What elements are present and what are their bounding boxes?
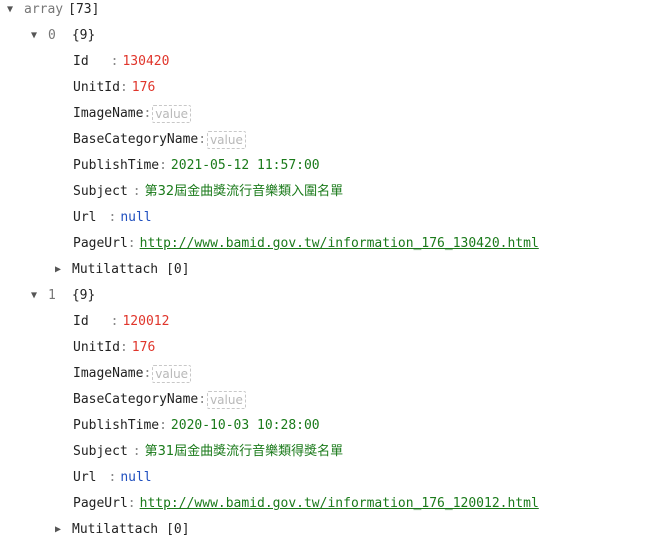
field-row-pageurl: PageUrl : http://www.bamid.gov.tw/inform… bbox=[73, 494, 539, 514]
field-row-subject: Subject : 第32屆金曲獎流行音樂類入圍名單 bbox=[73, 182, 343, 202]
triangle-down-icon[interactable]: ▼ bbox=[28, 26, 40, 46]
colon-separator: : bbox=[108, 210, 117, 225]
field-row-mutilattach[interactable]: ▶ Mutilattach [0] bbox=[52, 260, 190, 280]
field-value[interactable]: 130420 bbox=[122, 52, 169, 72]
field-key: BaseCategoryName bbox=[73, 132, 199, 147]
empty-value-placeholder[interactable]: value bbox=[207, 131, 246, 149]
field-row-subject: Subject : 第31屆金曲獎流行音樂類得獎名單 bbox=[73, 442, 343, 462]
empty-value-placeholder[interactable]: value bbox=[207, 391, 246, 409]
array-item-0[interactable]: ▼ 0 {9} bbox=[28, 26, 95, 46]
field-row-unitid: UnitId : 176 bbox=[73, 78, 155, 98]
root-label: array bbox=[24, 2, 64, 17]
field-count: [0] bbox=[166, 522, 190, 537]
field-row-pageurl: PageUrl : http://www.bamid.gov.tw/inform… bbox=[73, 234, 539, 254]
empty-value-placeholder[interactable]: value bbox=[152, 365, 192, 383]
field-key: Url bbox=[73, 210, 97, 225]
field-key: BaseCategoryName bbox=[73, 392, 199, 407]
field-key: ImageName bbox=[73, 106, 144, 121]
triangle-down-icon[interactable]: ▼ bbox=[4, 0, 16, 20]
triangle-down-icon[interactable]: ▼ bbox=[28, 286, 40, 306]
field-key: Id bbox=[73, 54, 89, 69]
field-value[interactable]: 第32屆金曲獎流行音樂類入圍名單 bbox=[145, 182, 344, 202]
colon-separator: : bbox=[198, 392, 207, 407]
field-key: Url bbox=[73, 470, 97, 485]
colon-separator: : bbox=[132, 184, 141, 199]
field-row-basecategoryname: BaseCategoryName : value bbox=[73, 130, 246, 150]
empty-value-placeholder[interactable]: value bbox=[152, 105, 192, 123]
field-value[interactable]: 176 bbox=[132, 338, 155, 358]
field-key: UnitId bbox=[73, 80, 120, 95]
field-key: PageUrl bbox=[73, 236, 128, 251]
colon-separator: : bbox=[143, 366, 152, 381]
field-key: Id bbox=[73, 314, 89, 329]
field-key: Mutilattach bbox=[72, 262, 159, 277]
field-key: PageUrl bbox=[73, 496, 128, 511]
field-key: PublishTime bbox=[73, 418, 160, 433]
page-url-link[interactable]: http://www.bamid.gov.tw/information_176_… bbox=[140, 234, 539, 254]
colon-separator: : bbox=[119, 80, 128, 95]
page-url-link[interactable]: http://www.bamid.gov.tw/information_176_… bbox=[140, 494, 539, 514]
field-value[interactable]: null bbox=[120, 468, 151, 488]
colon-separator: : bbox=[110, 314, 119, 329]
field-row-url: Url : null bbox=[73, 208, 152, 228]
item-count: {9} bbox=[71, 28, 96, 43]
colon-separator: : bbox=[110, 54, 119, 69]
field-row-id: Id : 130420 bbox=[73, 52, 169, 72]
colon-separator: : bbox=[198, 132, 207, 147]
field-row-imagename: ImageName : value bbox=[73, 104, 192, 124]
field-row-unitid: UnitId : 176 bbox=[73, 338, 155, 358]
colon-separator: : bbox=[159, 158, 167, 173]
field-value[interactable]: 第31屆金曲獎流行音樂類得獎名單 bbox=[145, 442, 344, 462]
field-row-publishtime: PublishTime : 2020-10-03 10:28:00 bbox=[73, 416, 320, 436]
field-row-url: Url : null bbox=[73, 468, 152, 488]
root-node[interactable]: ▼ array [73] bbox=[4, 0, 99, 20]
colon-separator: : bbox=[143, 106, 152, 121]
triangle-right-icon[interactable]: ▶ bbox=[52, 520, 64, 540]
field-key: ImageName bbox=[73, 366, 144, 381]
field-row-publishtime: PublishTime : 2021-05-12 11:57:00 bbox=[73, 156, 320, 176]
field-row-mutilattach[interactable]: ▶ Mutilattach [0] bbox=[52, 520, 190, 540]
item-index: 1 bbox=[48, 288, 56, 303]
item-index: 0 bbox=[48, 28, 56, 43]
colon-separator: : bbox=[108, 470, 117, 485]
field-key: PublishTime bbox=[73, 158, 160, 173]
field-key: UnitId bbox=[73, 340, 120, 355]
field-key: Mutilattach bbox=[72, 522, 159, 537]
colon-separator: : bbox=[127, 236, 136, 251]
field-row-id: Id : 120012 bbox=[73, 312, 169, 332]
field-key: Subject bbox=[73, 444, 128, 459]
field-row-imagename: ImageName : value bbox=[73, 364, 192, 384]
triangle-right-icon[interactable]: ▶ bbox=[52, 260, 64, 280]
field-key: Subject bbox=[73, 184, 128, 199]
field-count: [0] bbox=[166, 262, 190, 277]
field-value[interactable]: 120012 bbox=[122, 312, 169, 332]
root-count: [73] bbox=[68, 2, 100, 17]
item-count: {9} bbox=[71, 288, 96, 303]
field-row-basecategoryname: BaseCategoryName : value bbox=[73, 390, 246, 410]
field-value[interactable]: null bbox=[120, 208, 151, 228]
colon-separator: : bbox=[159, 418, 167, 433]
colon-separator: : bbox=[127, 496, 136, 511]
field-value[interactable]: 176 bbox=[132, 78, 155, 98]
colon-separator: : bbox=[119, 340, 128, 355]
array-item-1[interactable]: ▼ 1 {9} bbox=[28, 286, 95, 306]
field-value[interactable]: 2020-10-03 10:28:00 bbox=[171, 416, 320, 436]
field-value[interactable]: 2021-05-12 11:57:00 bbox=[171, 156, 320, 176]
colon-separator: : bbox=[132, 444, 141, 459]
